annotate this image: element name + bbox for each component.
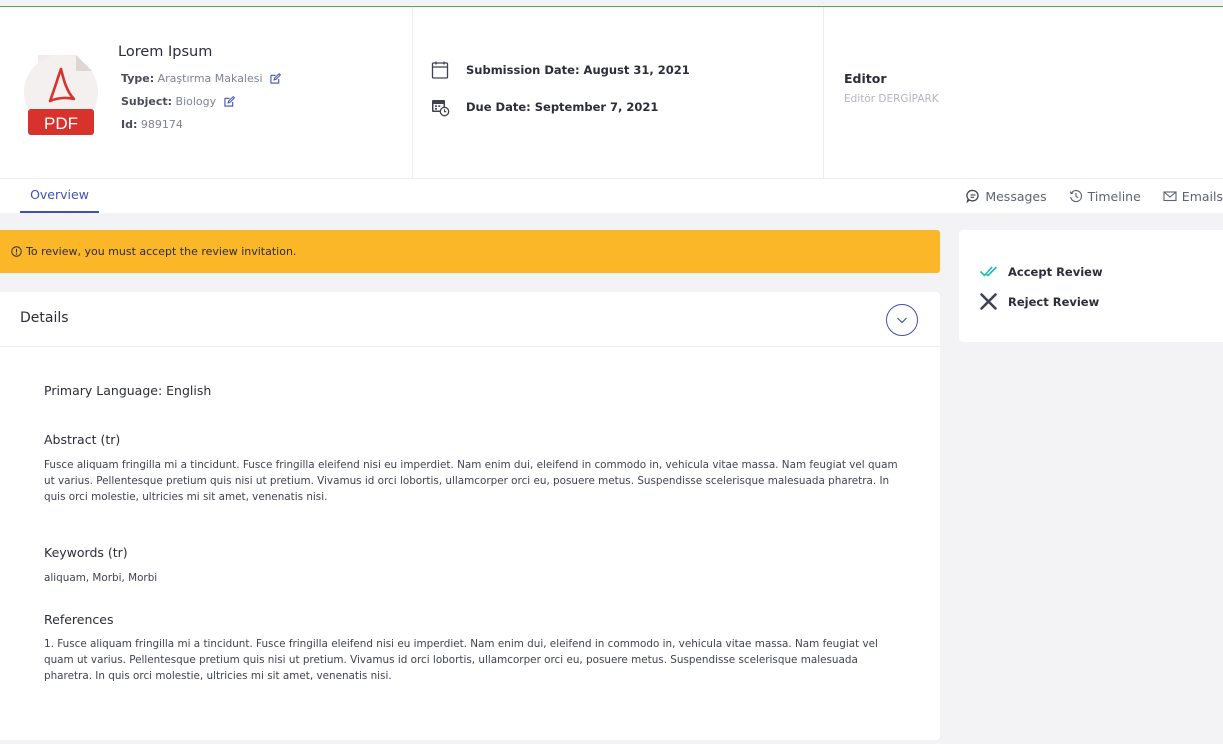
submission-header: PDF Lorem Ipsum Type: Araştırma Makalesi… xyxy=(0,7,1223,179)
id-label: Id: xyxy=(121,118,138,131)
accept-review-label: Accept Review xyxy=(1008,264,1103,279)
id-row: Id: 989174 xyxy=(121,118,183,131)
id-value: 989174 xyxy=(140,118,183,131)
tab-emails-label: Emails xyxy=(1181,188,1223,204)
dates-block: Submission Date: August 31, 2021 Due Dat… xyxy=(414,7,824,179)
reject-review-button[interactable]: Reject Review xyxy=(979,292,1099,311)
pdf-file-icon[interactable]: PDF xyxy=(24,47,98,137)
type-value: Araştırma Makalesi xyxy=(157,72,263,85)
references-text: 1. Fusce aliquam fringilla mi a tincidun… xyxy=(44,638,878,682)
envelope-icon xyxy=(1163,191,1177,202)
calendar-icon xyxy=(431,61,449,79)
due-date: Due Date: September 7, 2021 xyxy=(466,100,659,114)
editor-name: Editör DERGİPARK xyxy=(844,93,939,105)
pdf-badge-text: PDF xyxy=(44,114,78,133)
details-title: Details xyxy=(20,310,69,326)
edit-icon[interactable] xyxy=(270,73,282,84)
tab-emails[interactable]: Emails xyxy=(1163,189,1223,204)
review-invitation-warning: To review, you must accept the review in… xyxy=(0,230,940,273)
subject-row: Subject: Biology xyxy=(121,95,235,108)
reject-review-label: Reject Review xyxy=(1008,294,1100,309)
subject-label: Subject: xyxy=(121,95,173,108)
chevron-down-icon xyxy=(897,317,907,324)
warning-text: To review, you must accept the review in… xyxy=(26,245,297,258)
editor-title: Editor xyxy=(844,71,887,86)
type-label: Type: xyxy=(121,72,155,85)
calendar-clock-icon xyxy=(432,100,450,117)
secondary-tabs: Messages Timeline Emails xyxy=(944,179,1223,213)
due-date-row: Due Date: September 7, 2021 xyxy=(430,97,658,117)
chat-bubble-icon xyxy=(966,189,979,203)
references-heading: References xyxy=(44,612,114,627)
tab-bar: Overview Messages Timeline Emails xyxy=(0,179,1223,213)
edit-icon[interactable] xyxy=(224,96,235,107)
primary-language: Primary Language: English xyxy=(44,383,212,398)
tab-overview[interactable]: Overview xyxy=(20,179,99,213)
x-icon xyxy=(980,293,997,310)
details-header: Details xyxy=(0,292,940,347)
tab-timeline[interactable]: Timeline xyxy=(1069,189,1141,204)
keywords-heading: Keywords (tr) xyxy=(44,545,128,560)
tab-timeline-label: Timeline xyxy=(1087,188,1141,204)
submission-info: PDF Lorem Ipsum Type: Araştırma Makalesi… xyxy=(0,7,413,179)
abstract-heading: Abstract (tr) xyxy=(44,432,121,447)
collapse-details-button[interactable] xyxy=(886,304,918,336)
submission-title: Lorem Ipsum xyxy=(118,44,213,60)
details-card: Details Primary Language: English Abstra… xyxy=(0,292,940,740)
tab-messages[interactable]: Messages xyxy=(966,188,1047,204)
subject-value: Biology xyxy=(175,95,217,108)
submission-date: Submission Date: August 31, 2021 xyxy=(466,63,690,77)
abstract-text: Fusce aliquam fringilla mi a tincidunt. … xyxy=(44,459,898,503)
info-icon xyxy=(11,246,22,257)
editor-block: Editor Editör DERGİPARK xyxy=(844,71,939,105)
clock-icon xyxy=(1069,190,1082,203)
submission-date-row: Submission Date: August 31, 2021 xyxy=(430,60,690,80)
double-check-icon xyxy=(979,266,998,277)
accept-review-button[interactable]: Accept Review xyxy=(979,262,1103,281)
type-row: Type: Araştırma Makalesi xyxy=(121,72,282,85)
keywords-text: aliquam, Morbi, Morbi xyxy=(44,572,158,584)
tab-messages-label: Messages xyxy=(985,188,1047,204)
review-actions-card: Accept Review Reject Review xyxy=(959,230,1223,342)
